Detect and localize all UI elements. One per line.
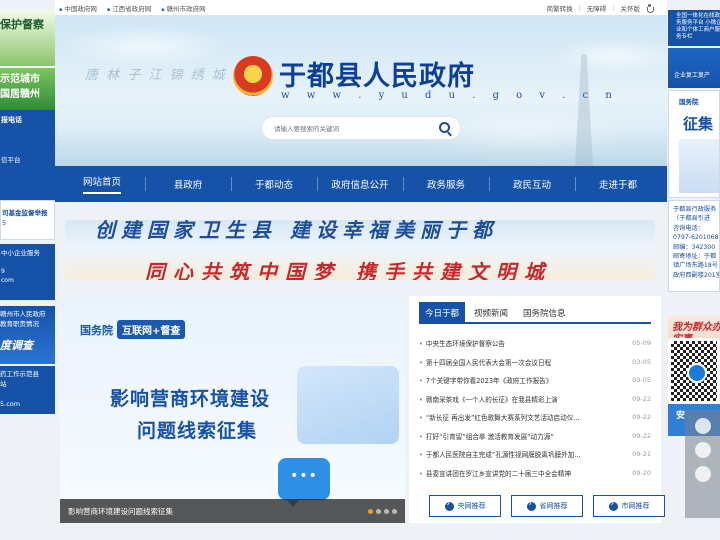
list-item[interactable]: 中央生态环境保护督察公告05-09 [419, 334, 651, 353]
chat-bubble-icon [278, 458, 330, 507]
nav-gov-services[interactable]: 政务服务 [403, 166, 489, 202]
search-box [261, 116, 461, 140]
arrow-icon [608, 499, 618, 511]
document-illustration [297, 366, 399, 444]
news-tabs: 今日于都 视频新闻 国务院信息 [419, 302, 651, 324]
carousel-caption[interactable]: 影响营商环境建设问题线索征集 [60, 499, 405, 523]
link-jiangxi-gov[interactable]: 江西省政府网 [107, 3, 151, 13]
left-ad-demo-city[interactable]: 示范城市 国居赣州 [0, 68, 55, 110]
link-central-gov[interactable]: 中国政府网 [59, 3, 97, 13]
utility-actions: 简繁转换 | 无障碍 | 关怀版 [547, 3, 654, 13]
tab-video-news[interactable]: 视频新闻 [468, 302, 514, 322]
qr-code [668, 338, 720, 404]
carousel-dot[interactable] [376, 509, 381, 514]
accessibility-icon[interactable] [646, 4, 654, 13]
wechat-icon[interactable] [694, 418, 711, 434]
top-utility-bar: 中国政府网 江西省政府网 赣州市政府网 简繁转换 | 无障碍 | 关怀版 [55, 0, 667, 16]
list-item[interactable]: “新长征 再出发”红色歌舞大赛系列文艺活动启动仪...09-22 [419, 408, 651, 427]
recommend-buttons: 央网推荐 省网推荐 市网推荐 [429, 495, 665, 517]
external-links: 中国政府网 江西省政府网 赣州市政府网 [59, 3, 206, 13]
tab-state-council-info[interactable]: 国务院信息 [517, 302, 572, 322]
carousel-dots [368, 509, 397, 514]
nav-home[interactable]: 网站首页 [59, 166, 145, 202]
carousel-dot[interactable] [368, 509, 373, 514]
feature-headline-1: 影响营商环境建设 [110, 388, 271, 410]
central-recommend-button[interactable]: 央网推荐 [429, 495, 501, 517]
arrow-icon [526, 499, 536, 511]
left-ad-survey[interactable]: 赣州市人民政府 教育职责情况 度调查 [0, 306, 55, 364]
provincial-recommend-button[interactable]: 省网推荐 [511, 495, 583, 517]
news-list: 中央生态环境保护督察公告05-09 第十四届全国人民代表大会第一次会议日程03-… [419, 334, 651, 482]
arrow-icon [444, 499, 454, 511]
link-ganzhou-gov[interactable]: 赣州市政府网 [161, 3, 206, 13]
nav-county-government[interactable]: 县政府 [145, 166, 231, 202]
share-toolbar [685, 410, 720, 518]
feature-headline-2: 问题线索征集 [137, 420, 258, 442]
simplified-traditional-toggle[interactable]: 简繁转换 [547, 3, 573, 13]
slogan-banner[interactable]: 创建国家卫生县 建设幸福美丽于都 同心共筑中国梦 携手共建文明城 [65, 220, 655, 280]
news-panel: 今日于都 视频新闻 国务院信息 中央生态环境保护督察公告05-09 第十四届全国… [409, 296, 665, 523]
weibo-icon[interactable] [694, 442, 711, 458]
badge-label: 互联网+督查 [117, 320, 186, 339]
search-icon[interactable] [439, 122, 450, 133]
left-ad-sme-service[interactable]: 中小企业服务 9 com [0, 244, 55, 300]
site-url: w w w . y u d u . g o v . c n [281, 90, 619, 101]
divider: | [612, 4, 615, 12]
slogan-line-2: 同心共筑中国梦 携手共建文明城 [145, 260, 552, 280]
list-item[interactable]: 打好“引育留”组合拳 激活教育发展“动力源”09-22 [419, 427, 651, 446]
nav-about-yudu[interactable]: 走进于都 [575, 166, 661, 202]
right-ad-resume-work[interactable]: 企业复工复产 [668, 48, 720, 88]
calligraphy-watermark: 唐 林 子 江 锦 绣 城 [85, 68, 227, 83]
carousel-dot[interactable] [384, 509, 389, 514]
back-to-top-icon[interactable] [694, 466, 711, 482]
right-ad-state-council-collection[interactable]: 国务院 征集 [668, 90, 720, 198]
site-title[interactable]: 于都县人民政府 [279, 54, 475, 93]
feature-carousel[interactable]: 国务院 互联网+督查 影响营商环境建设 问题线索征集 影响营商环境建设问题线索征… [60, 296, 405, 523]
slogan-line-1: 创建国家卫生县 建设幸福美丽于都 [95, 220, 498, 242]
list-item[interactable]: 7个关键字带你看2023年《政府工作报告》03-05 [419, 371, 651, 390]
site-header: 唐 林 子 江 锦 绣 城 于都县人民政府 w w w . y u d u . … [55, 16, 667, 166]
divider: | [578, 4, 581, 12]
nav-yudu-news[interactable]: 于都动态 [231, 166, 317, 202]
list-item[interactable]: 赣南采茶戏《一个人的长征》在我县精彩上演09-22 [419, 390, 651, 409]
left-ad-hotline[interactable]: 报电话 信平台 [0, 110, 55, 208]
left-ad-model-county[interactable]: 药工作示范县 站 5.com [0, 366, 55, 414]
left-floating-rail: 保护督察 示范城市 国居赣州 报电话 信平台 司基金监督举报 5 中小企业服务 9… [0, 0, 55, 414]
right-ad-national-platform[interactable]: 全国一体化在线政务服务平台 小微企业和个体工商户服务专栏 [668, 10, 720, 46]
illustration [679, 139, 719, 193]
list-item[interactable]: 县委宣讲团在罗江乡宣讲党的二十届三中全会精神09-20 [419, 464, 651, 483]
left-ad-environment[interactable]: 保护督察 [0, 10, 55, 66]
main-nav: 网站首页 县政府 于都动态 政府信息公开 政务服务 政民互动 走进于都 [55, 166, 667, 202]
care-mode-link[interactable]: 关怀版 [621, 3, 641, 13]
badge-org: 国务院 [80, 323, 113, 337]
nav-interaction[interactable]: 政民互动 [489, 166, 575, 202]
national-emblem-icon [233, 56, 273, 96]
nav-gov-info-disclosure[interactable]: 政府信息公开 [317, 166, 403, 202]
list-item[interactable]: 第十四届全国人民代表大会第一次会议日程03-05 [419, 353, 651, 372]
accessibility-link[interactable]: 无障碍 [587, 3, 607, 13]
feature-badge: 国务院 互联网+督查 [80, 320, 186, 339]
city-recommend-button[interactable]: 市网推荐 [593, 495, 665, 517]
tab-today-yudu[interactable]: 今日于都 [419, 302, 466, 322]
right-contact-info: 于都县行政服务 （于都县引进 咨询电话： 0797-6201068 邮编：342… [668, 200, 720, 292]
right-floating-rail: 全国一体化在线政务服务平台 小微企业和个体工商户服务专栏 企业复工复产 国务院 … [668, 0, 720, 540]
carousel-dot[interactable] [392, 509, 397, 514]
left-ad-fund-supervision[interactable]: 司基金监督举报 5 [0, 200, 55, 240]
search-input[interactable] [274, 122, 434, 136]
list-item[interactable]: 于都人民医院自主完成“孔源性视网膜脱离巩膜外加...09-21 [419, 445, 651, 464]
